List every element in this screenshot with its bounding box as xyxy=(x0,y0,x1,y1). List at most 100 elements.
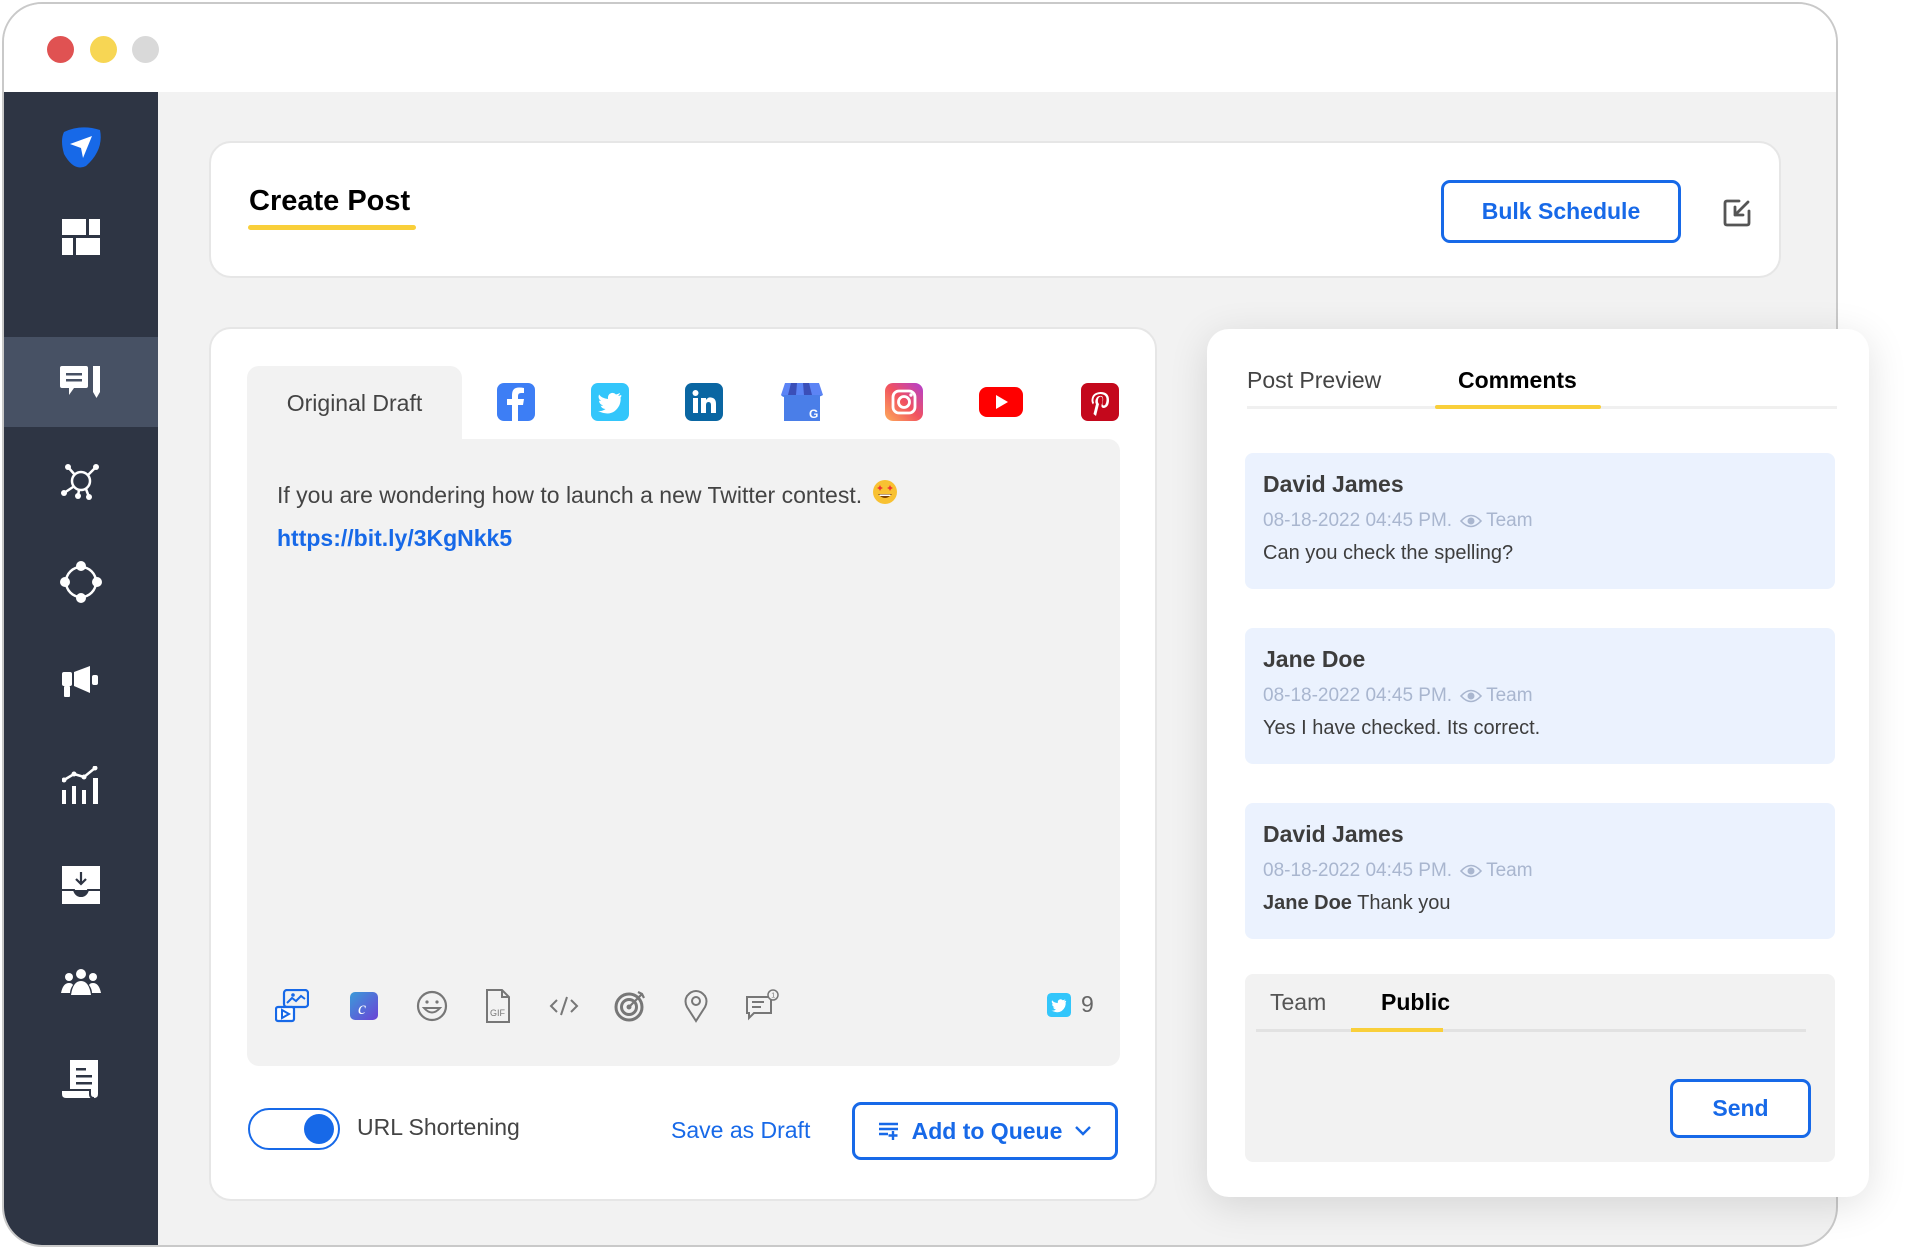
google-business-icon[interactable]: G xyxy=(781,383,823,421)
reply-tab-divider xyxy=(1256,1029,1806,1032)
document-icon xyxy=(62,1060,98,1098)
sidebar-item-integrations[interactable] xyxy=(4,437,158,527)
tab-comments[interactable]: Comments xyxy=(1458,367,1577,394)
sidebar-item-campaigns[interactable] xyxy=(4,637,158,727)
analytics-icon xyxy=(62,766,98,804)
sidebar-item-team[interactable] xyxy=(4,937,158,1027)
svg-text:1: 1 xyxy=(771,993,775,1000)
svg-text:c: c xyxy=(358,998,366,1018)
post-text[interactable]: If you are wondering how to launch a new… xyxy=(277,479,898,509)
reply-box[interactable]: Team Public Send xyxy=(1245,974,1835,1162)
comment-meta: 08-18-2022 04:45 PM. Team xyxy=(1263,510,1817,532)
hub-icon xyxy=(61,464,99,500)
comment-visibility: Team xyxy=(1486,510,1533,531)
facebook-icon[interactable] xyxy=(497,383,535,421)
comment-author: Jane Doe xyxy=(1263,646,1366,672)
maximize-window-button[interactable] xyxy=(132,36,159,63)
comment-item: David James 08-18-2022 04:45 PM. Team Ca… xyxy=(1245,453,1835,589)
post-text-content: If you are wondering how to launch a new… xyxy=(277,482,863,508)
dashboard-icon xyxy=(62,219,100,255)
svg-text:GIF: GIF xyxy=(490,1008,506,1018)
minimize-window-button[interactable] xyxy=(90,36,117,63)
comment-visibility: Team xyxy=(1486,685,1533,706)
close-window-button[interactable] xyxy=(47,36,74,63)
twitter-icon xyxy=(1047,992,1071,1017)
comment-author: David James xyxy=(1263,471,1404,497)
pinterest-icon[interactable] xyxy=(1081,383,1119,421)
comment-visibility: Team xyxy=(1486,860,1533,881)
comment-icon[interactable]: 1 xyxy=(745,989,779,1023)
send-button[interactable]: Send xyxy=(1670,1079,1811,1138)
inbox-icon xyxy=(62,866,100,904)
comment-author: David James xyxy=(1263,821,1404,847)
page-header: Create Post Bulk Schedule xyxy=(209,141,1781,278)
comment-body: Can you check the spelling? xyxy=(1263,542,1514,564)
users-icon xyxy=(61,969,101,995)
star-struck-emoji-icon xyxy=(873,480,898,504)
post-link[interactable]: https://bit.ly/3KgNkk5 xyxy=(277,525,512,552)
save-as-draft-button[interactable]: Save as Draft xyxy=(671,1117,810,1144)
chevron-down-icon[interactable] xyxy=(1074,1125,1092,1137)
queue-add-icon xyxy=(878,1122,898,1140)
sidebar-item-reports[interactable] xyxy=(4,1034,158,1124)
linkedin-icon[interactable] xyxy=(685,383,723,421)
youtube-icon[interactable] xyxy=(979,387,1023,419)
comment-meta: 08-18-2022 04:45 PM. Team xyxy=(1263,685,1817,707)
comment-text: Thank you xyxy=(1357,892,1451,914)
sidebar-logo[interactable] xyxy=(4,102,158,192)
comment-item: David James 08-18-2022 04:45 PM. Team Ja… xyxy=(1245,803,1835,939)
eye-icon xyxy=(1460,689,1483,703)
url-shortening-label: URL Shortening xyxy=(357,1114,520,1140)
comments-panel: Post Preview Comments David James 08-18-… xyxy=(1207,329,1869,1197)
code-icon[interactable] xyxy=(547,989,581,1023)
sidebar-item-analytics[interactable] xyxy=(4,740,158,830)
paper-plane-icon xyxy=(62,127,101,168)
target-icon[interactable] xyxy=(613,989,647,1023)
toggle-knob xyxy=(304,1114,334,1144)
sidebar-item-create-post[interactable] xyxy=(4,337,158,427)
location-icon[interactable] xyxy=(679,989,713,1023)
eye-icon xyxy=(1460,514,1483,528)
reply-active-tab-indicator xyxy=(1351,1028,1443,1032)
comment-mention[interactable]: Jane Doe xyxy=(1263,892,1352,914)
comment-timestamp: 08-18-2022 04:45 PM. xyxy=(1263,510,1453,531)
sidebar-item-inbox[interactable] xyxy=(4,840,158,930)
compose-icon xyxy=(60,366,100,398)
character-count: 9 xyxy=(1047,991,1094,1018)
character-count-value: 9 xyxy=(1081,991,1094,1017)
reply-tab-public[interactable]: Public xyxy=(1381,989,1450,1016)
instagram-icon[interactable] xyxy=(885,383,923,421)
media-icon[interactable] xyxy=(275,989,309,1023)
megaphone-icon xyxy=(62,666,98,697)
title-underline xyxy=(248,225,416,230)
minimize-window-icon[interactable] xyxy=(1722,198,1752,228)
gif-icon[interactable]: GIF xyxy=(481,989,515,1023)
comment-body: Jane Doe Thank you xyxy=(1263,892,1817,915)
tab-original-draft[interactable]: Original Draft xyxy=(247,366,462,441)
emoji-icon[interactable] xyxy=(415,989,449,1023)
add-to-queue-button[interactable]: Add to Queue xyxy=(852,1102,1118,1160)
comment-meta: 08-18-2022 04:45 PM. Team xyxy=(1263,860,1817,882)
sidebar-item-network[interactable] xyxy=(4,537,158,627)
sidebar xyxy=(4,92,158,1245)
comment-timestamp: 08-18-2022 04:45 PM. xyxy=(1263,685,1453,706)
bulk-schedule-button[interactable]: Bulk Schedule xyxy=(1441,180,1681,243)
sidebar-item-dashboard[interactable] xyxy=(4,192,158,282)
title-bar xyxy=(4,4,1836,92)
page-title: Create Post xyxy=(249,185,411,217)
comment-body: Yes I have checked. Its correct. xyxy=(1263,717,1541,739)
canva-icon[interactable]: c xyxy=(347,989,381,1023)
circle-nodes-icon xyxy=(60,561,102,603)
post-editor-box[interactable]: If you are wondering how to launch a new… xyxy=(247,439,1120,1066)
comment-item: Jane Doe 08-18-2022 04:45 PM. Team Yes I… xyxy=(1245,628,1835,764)
add-to-queue-label: Add to Queue xyxy=(911,1117,1063,1144)
eye-icon xyxy=(1460,864,1483,878)
post-editor: Original Draft G If you are wondering ho… xyxy=(209,327,1157,1201)
reply-tab-team[interactable]: Team xyxy=(1270,989,1326,1016)
svg-text:G: G xyxy=(809,407,818,421)
active-tab-indicator xyxy=(1435,405,1601,409)
twitter-icon[interactable] xyxy=(591,383,629,421)
url-shortening-toggle[interactable] xyxy=(248,1108,340,1150)
tab-post-preview[interactable]: Post Preview xyxy=(1247,367,1381,394)
comment-timestamp: 08-18-2022 04:45 PM. xyxy=(1263,860,1453,881)
